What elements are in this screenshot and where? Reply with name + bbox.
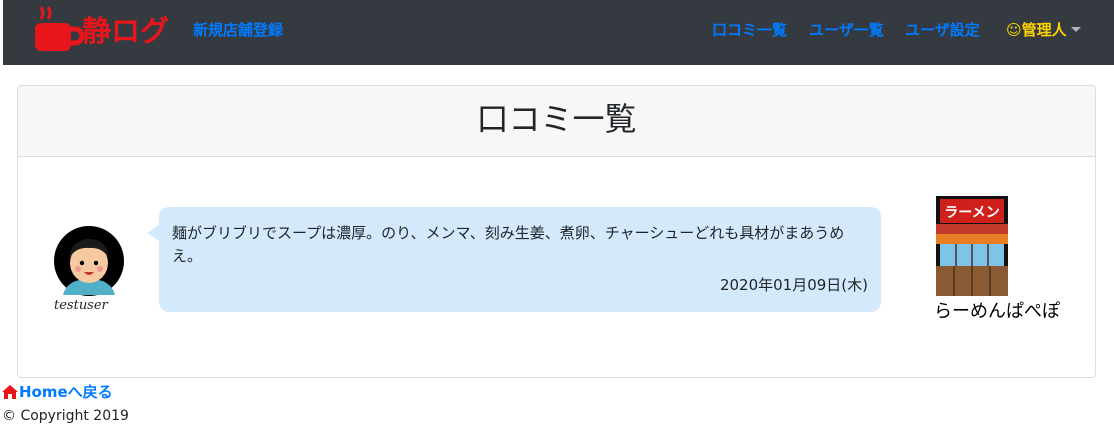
home-icon bbox=[2, 385, 18, 399]
home-link[interactable]: Homeへ戻る bbox=[2, 382, 113, 402]
brand-logo-link[interactable]: 静ログ bbox=[33, 4, 183, 56]
admin-dropdown-toggle[interactable]: ☺管理人 bbox=[1006, 20, 1081, 40]
card-header: 口コミ一覧 bbox=[18, 86, 1095, 157]
review-text: 麺がブリブリでスープは濃厚。のり、メンマ、刻み生姜、煮卵、チャーシューどれも具材… bbox=[172, 224, 845, 265]
home-link-label: Homeへ戻る bbox=[19, 383, 113, 401]
user-avatar[interactable] bbox=[53, 225, 125, 297]
shop-image[interactable]: ラーメン bbox=[936, 196, 1008, 296]
shop-name-link[interactable]: らーめんぱぺぽ bbox=[934, 297, 1060, 323]
coffee-cup-icon bbox=[35, 6, 85, 51]
copyright-text: © Copyright 2019 bbox=[2, 408, 129, 424]
review-date: 2020年01月09日(木) bbox=[719, 276, 868, 294]
caret-down-icon bbox=[1070, 27, 1081, 32]
nav-users-link[interactable]: ユーザ一覧 bbox=[809, 20, 884, 40]
nav-new-store-link[interactable]: 新規店舗登録 bbox=[193, 20, 283, 40]
navbar: 静ログ 新規店舗登録 口コミ一覧 ユーザ一覧 ユーザ設定 ☺管理人 bbox=[3, 0, 1114, 65]
reviews-card: 口コミ一覧 testuser 麺がブリブリでスープは濃厚。のり、メンマ、刻み生姜… bbox=[17, 85, 1096, 378]
admin-dropdown-label: ☺管理人 bbox=[1006, 21, 1067, 39]
nav-reviews-link[interactable]: 口コミ一覧 bbox=[712, 20, 787, 40]
page-title: 口コミ一覧 bbox=[476, 100, 637, 138]
nav-user-settings-link[interactable]: ユーザ設定 bbox=[905, 20, 980, 40]
review-bubble: 麺がブリブリでスープは濃厚。のり、メンマ、刻み生姜、煮卵、チャーシューどれも具材… bbox=[147, 207, 881, 312]
review-username[interactable]: testuser bbox=[54, 298, 108, 313]
shop-sign-text: ラーメン bbox=[944, 205, 999, 221]
bubble-tail bbox=[147, 225, 159, 241]
brand-name: 静ログ bbox=[82, 14, 170, 48]
